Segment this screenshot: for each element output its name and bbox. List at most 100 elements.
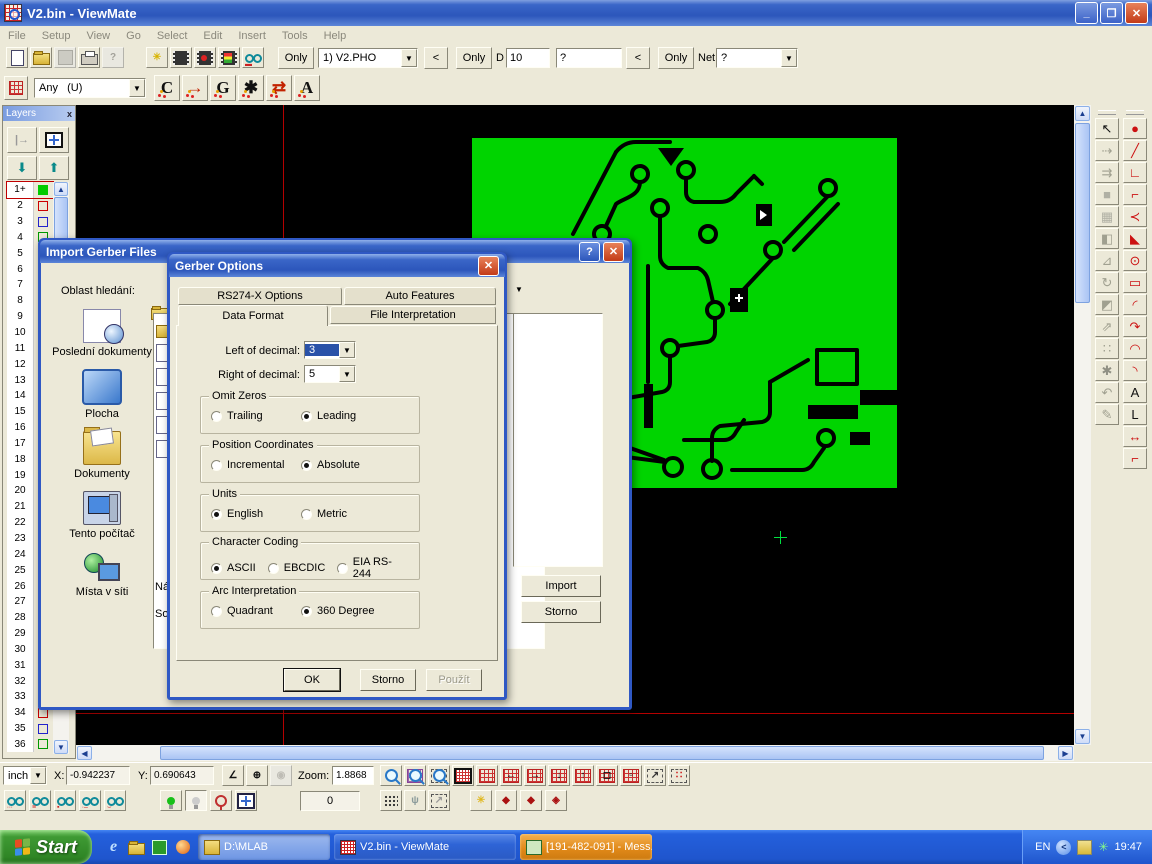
menu-edit[interactable]: Edit [195,28,230,44]
menu-setup[interactable]: Setup [34,28,79,44]
canvas-vscrollbar[interactable]: ▲ ▼ [1074,105,1091,745]
layer-row-36[interactable]: 36 [7,737,53,753]
chevron-down-icon[interactable]: ▼ [781,49,797,67]
film-colors-icon[interactable] [218,47,240,68]
layer-down-button[interactable]: ⬇ [7,156,37,180]
layer-colors-button[interactable] [39,127,69,153]
close-button[interactable]: ✕ [1125,2,1148,24]
only-layer-button[interactable]: Only [278,47,314,69]
select-tool[interactable]: ↖ [1095,118,1119,139]
canvas-hscrollbar[interactable]: ◀ ▶ [76,745,1074,761]
taskbar-task-1[interactable]: V2.bin - ViewMate [334,834,516,860]
scroll-left-icon[interactable]: ◀ [77,746,92,760]
open-file-icon[interactable] [30,47,52,68]
pan-up-icon[interactable]: ↑ [572,765,594,786]
tab-file-interpretation[interactable]: File Interpretation [330,306,496,324]
taskbar-task-0[interactable]: D:\MLAB [198,834,330,860]
view-flash-icon[interactable]: ▪ [54,790,76,811]
radio-metric[interactable]: Metric [301,508,391,520]
close-button[interactable]: ✕ [478,256,499,276]
tab-auto-features[interactable]: Auto Features [344,287,496,305]
flash-select-icon[interactable]: ✳ [470,790,492,811]
import-button[interactable]: Import [521,575,601,597]
arc-tool[interactable]: ◜ [1123,294,1147,315]
any-dcode-combo[interactable]: Any (U) ▼ [34,78,146,98]
layer-color-swatch[interactable] [38,724,48,734]
layer-row-1+[interactable]: 1+ [7,182,53,198]
zoom-value[interactable]: 1.8868 [332,766,374,785]
dimension-tool[interactable]: ↔ [1123,426,1147,447]
circle-tool[interactable]: ⊙ [1123,250,1147,271]
pad-tool[interactable]: ● [1123,118,1147,139]
undo-tool[interactable]: ↶ [1095,382,1119,403]
place-network[interactable]: Místa v síti [51,551,153,598]
radio-trailing[interactable]: Trailing [211,410,301,422]
angle-icon[interactable]: ∠ [222,765,244,786]
film-setup-icon[interactable] [170,47,192,68]
text-tool[interactable]: A [1123,382,1147,403]
title-bar[interactable]: V2.bin - ViewMate _ ❐ ✕ [0,0,1152,26]
radio-eia-rs-244[interactable]: EIA RS-244 [337,556,407,580]
context-help-icon[interactable]: ? [102,47,124,68]
corner-trace-tool[interactable]: ⌐ [1123,184,1147,205]
grid-value[interactable]: 0 [300,791,360,811]
tab-rs274x-options[interactable]: RS274-X Options [178,287,342,305]
dcode-input[interactable]: 10 [506,48,550,68]
move-layer-tool[interactable]: ⇗ [1095,316,1119,337]
view-arc-icon[interactable]: ⌣ [104,790,126,811]
app-tray-icon[interactable]: ✳ [1098,840,1108,854]
place-documents[interactable]: Dokumenty [51,431,153,480]
tab-data-format[interactable]: Data Format [178,305,328,326]
language-indicator[interactable]: EN [1035,841,1050,853]
place-desktop[interactable]: Plocha [51,369,153,420]
probe-icon[interactable]: ◉ [270,765,292,786]
radio-quadrant[interactable]: Quadrant [211,605,301,617]
right-of-decimal-combo[interactable]: 5 ▼ [304,365,356,383]
view-lines-icon[interactable]: ≡ [29,790,51,811]
layer-color-swatch[interactable] [38,217,48,227]
tile-view-icon[interactable] [235,790,257,811]
start-button[interactable]: Start [0,830,92,864]
swap-icon[interactable]: ⇄ [266,75,292,101]
scroll-up-icon[interactable]: ▲ [54,182,68,196]
place-recent[interactable]: Poslední dokumenty [51,309,153,358]
node-edit-tool[interactable]: ✎ [1095,404,1119,425]
layer-combo[interactable]: 1) V2.PHO ▼ [318,48,418,68]
pan-down-icon[interactable]: ↓ [548,765,570,786]
vector-snap-icon[interactable]: ↗ [428,790,450,811]
firefox-icon[interactable] [173,838,192,857]
chevron-down-icon[interactable]: ▼ [339,342,355,358]
help-button[interactable]: ? [579,242,600,262]
flash-view-icon[interactable]: ✳ [146,47,168,68]
vscroll-thumb[interactable] [1075,123,1090,303]
zoom-grid-icon[interactable] [404,765,426,786]
menu-file[interactable]: File [0,28,34,44]
pad-select-icon[interactable]: ◆ [495,790,517,811]
anchor-icon[interactable]: ψ [404,790,426,811]
only-dcode-button[interactable]: Only [456,47,492,69]
net-combo[interactable]: ? ▼ [716,48,798,68]
label-tool[interactable]: L [1123,404,1147,425]
minimize-button[interactable]: _ [1075,2,1098,24]
grid-dots-icon[interactable] [380,790,402,811]
hscroll-thumb[interactable] [160,746,1044,760]
pad-scratch-icon[interactable]: ◆ [520,790,542,811]
chevron-down-icon[interactable]: ▼ [30,767,46,784]
radio-360-degree[interactable]: 360 Degree [301,605,391,617]
radio-leading[interactable]: Leading [301,410,391,422]
chevron-down-icon[interactable]: ▼ [129,79,145,97]
copy-tool[interactable]: ⇉ [1095,162,1119,183]
dcode-query-input[interactable]: ? [556,48,622,68]
close-button[interactable]: ✕ [603,242,624,262]
angle-tool[interactable]: ≺ [1123,206,1147,227]
chevron-down-icon[interactable]: ▼ [339,366,355,382]
new-file-icon[interactable] [6,47,28,68]
cancel-button[interactable]: Storno [521,601,601,623]
close-icon[interactable]: x [67,109,72,119]
move-tool[interactable]: ⇢ [1095,140,1119,161]
scroll-down-icon[interactable]: ▼ [1075,729,1090,744]
route-tool[interactable]: ⌐ [1123,448,1147,469]
pad-pattern-button[interactable] [4,76,28,100]
flash-icon[interactable]: ✱ [238,75,264,101]
layer-color-swatch[interactable] [38,201,48,211]
